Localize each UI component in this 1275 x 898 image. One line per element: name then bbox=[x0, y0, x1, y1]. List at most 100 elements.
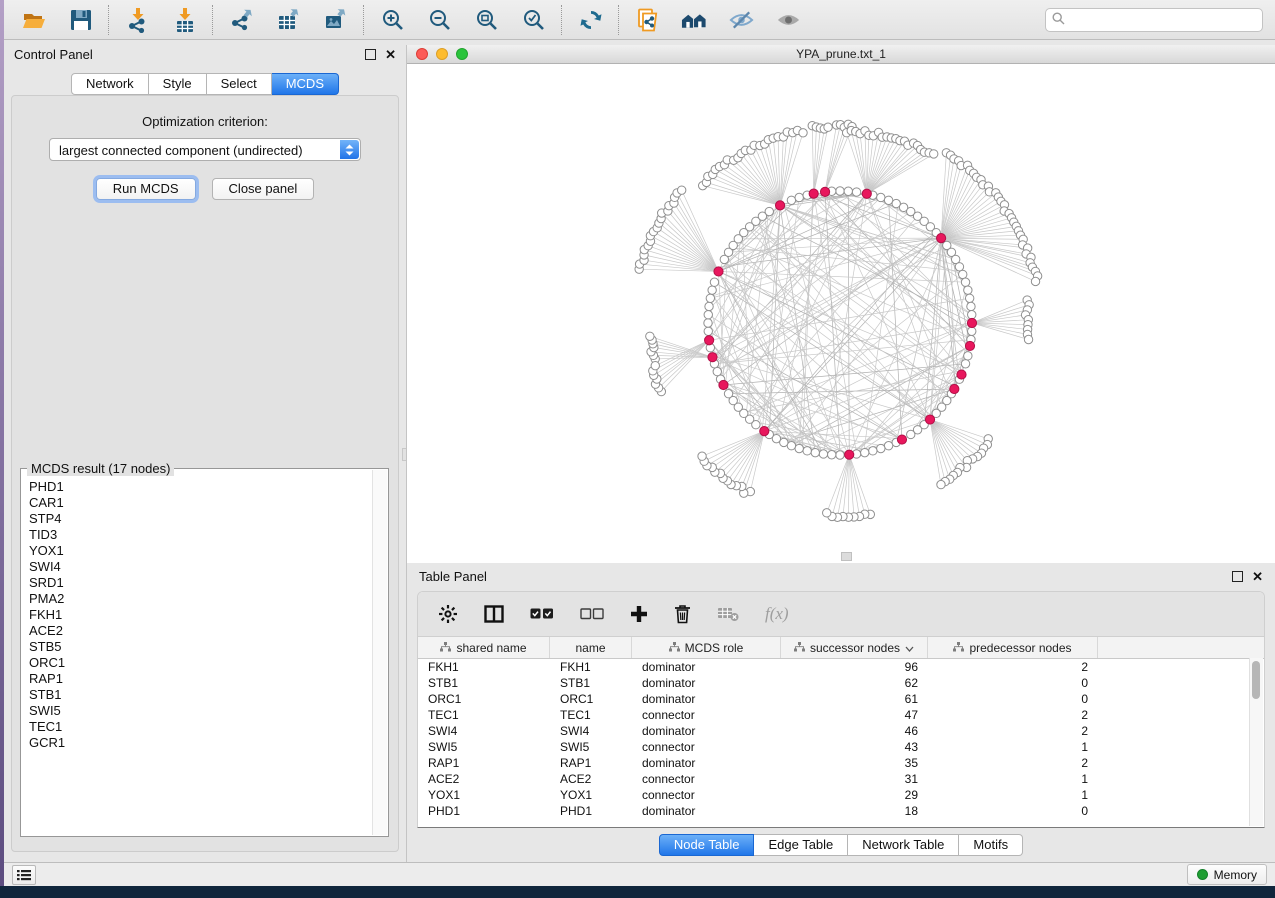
table-row[interactable]: SWI5SWI5connector431 bbox=[418, 739, 1264, 755]
add-column-icon[interactable] bbox=[630, 605, 648, 623]
hide-selected-icon[interactable] bbox=[728, 6, 755, 33]
mcds-result-item[interactable]: GCR1 bbox=[29, 735, 373, 751]
close-panel-button[interactable]: Close panel bbox=[212, 178, 315, 200]
mcds-tab-content: Optimization criterion: largest connecte… bbox=[11, 95, 399, 852]
network-graph[interactable] bbox=[407, 64, 1275, 563]
select-all-columns-icon[interactable] bbox=[530, 608, 554, 620]
cell-mcds-role: dominator bbox=[632, 675, 781, 691]
close-panel-icon[interactable]: ✕ bbox=[385, 50, 396, 59]
cell-name: TEC1 bbox=[550, 707, 632, 723]
cell-successor-nodes: 18 bbox=[781, 803, 928, 819]
zoom-fit-icon[interactable] bbox=[473, 6, 500, 33]
column-header-predecessor-nodes[interactable]: predecessor nodes bbox=[928, 637, 1098, 658]
mcds-result-item[interactable]: CAR1 bbox=[29, 495, 373, 511]
mcds-result-item[interactable]: ACE2 bbox=[29, 623, 373, 639]
node-table-container: f(x) shared namenameMCDS rolesuccessor n… bbox=[417, 591, 1265, 828]
duplicate-network-icon[interactable] bbox=[634, 6, 661, 33]
delete-column-icon[interactable] bbox=[674, 604, 691, 624]
cell-shared-name: SWI4 bbox=[418, 723, 550, 739]
mcds-result-item[interactable]: RAP1 bbox=[29, 671, 373, 687]
open-file-icon[interactable] bbox=[20, 6, 47, 33]
mcds-result-item[interactable]: YOX1 bbox=[29, 543, 373, 559]
tab-node-table[interactable]: Node Table bbox=[659, 834, 755, 856]
float-panel-icon[interactable] bbox=[365, 49, 376, 60]
table-row[interactable]: STB1STB1dominator620 bbox=[418, 675, 1264, 691]
mcds-result-item[interactable]: ORC1 bbox=[29, 655, 373, 671]
cell-predecessor-nodes: 2 bbox=[928, 723, 1098, 739]
column-header-name[interactable]: name bbox=[550, 637, 632, 658]
optimization-criterion-select[interactable]: largest connected component (undirected) bbox=[49, 138, 361, 161]
table-row[interactable]: TEC1TEC1connector472 bbox=[418, 707, 1264, 723]
table-row[interactable]: PHD1PHD1dominator180 bbox=[418, 803, 1264, 819]
cell-mcds-role: connector bbox=[632, 771, 781, 787]
table-row[interactable]: SWI4SWI4dominator462 bbox=[418, 723, 1264, 739]
mcds-result-item[interactable]: STB1 bbox=[29, 687, 373, 703]
column-layout-icon[interactable] bbox=[484, 605, 504, 623]
table-row[interactable]: ACE2ACE2connector311 bbox=[418, 771, 1264, 787]
cell-name: YOX1 bbox=[550, 787, 632, 803]
result-list-scrollbar[interactable] bbox=[372, 470, 387, 835]
table-row[interactable]: FKH1FKH1dominator962 bbox=[418, 659, 1264, 675]
mcds-result-item[interactable]: STP4 bbox=[29, 511, 373, 527]
cell-name: ORC1 bbox=[550, 691, 632, 707]
mcds-result-item[interactable]: PMA2 bbox=[29, 591, 373, 607]
close-table-panel-icon[interactable]: ✕ bbox=[1252, 572, 1263, 581]
cell-name: STB1 bbox=[550, 675, 632, 691]
table-scrollbar[interactable] bbox=[1249, 658, 1263, 826]
mcds-result-list[interactable]: PHD1CAR1STP4TID3YOX1SWI4SRD1PMA2FKH1ACE2… bbox=[22, 470, 373, 835]
mcds-result-item[interactable]: SWI4 bbox=[29, 559, 373, 575]
import-network-icon[interactable] bbox=[124, 6, 151, 33]
table-scrollbar-thumb[interactable] bbox=[1252, 661, 1260, 699]
export-table-icon[interactable] bbox=[275, 6, 302, 33]
mcds-result-item[interactable]: SRD1 bbox=[29, 575, 373, 591]
tab-edge-table[interactable]: Edge Table bbox=[754, 834, 848, 856]
task-history-button[interactable] bbox=[12, 865, 36, 885]
search-input[interactable] bbox=[1045, 8, 1263, 32]
save-session-icon[interactable] bbox=[67, 6, 94, 33]
zoom-selected-icon[interactable] bbox=[520, 6, 547, 33]
tab-mcds[interactable]: MCDS bbox=[272, 73, 339, 95]
zoom-out-icon[interactable] bbox=[426, 6, 453, 33]
cell-mcds-role: dominator bbox=[632, 659, 781, 675]
settings-gear-icon[interactable] bbox=[438, 604, 458, 624]
mcds-result-item[interactable]: STB5 bbox=[29, 639, 373, 655]
tab-select[interactable]: Select bbox=[207, 73, 272, 95]
zoom-in-icon[interactable] bbox=[379, 6, 406, 33]
first-neighbors-icon[interactable] bbox=[681, 6, 708, 33]
deselect-all-columns-icon[interactable] bbox=[580, 608, 604, 620]
column-header-successor-nodes[interactable]: successor nodes bbox=[781, 637, 928, 658]
network-window-titlebar[interactable]: YPA_prune.txt_1 bbox=[407, 45, 1275, 64]
export-image-icon[interactable] bbox=[322, 6, 349, 33]
tab-style[interactable]: Style bbox=[149, 73, 207, 95]
run-mcds-button[interactable]: Run MCDS bbox=[96, 178, 196, 200]
search-box bbox=[1045, 8, 1263, 32]
cell-name: SWI5 bbox=[550, 739, 632, 755]
tab-network[interactable]: Network bbox=[71, 73, 149, 95]
mcds-result-item[interactable]: SWI5 bbox=[29, 703, 373, 719]
memory-button[interactable]: Memory bbox=[1187, 864, 1267, 885]
split-pane-grip[interactable] bbox=[841, 552, 852, 561]
table-row[interactable]: YOX1YOX1connector291 bbox=[418, 787, 1264, 803]
refresh-layout-icon[interactable] bbox=[577, 6, 604, 33]
column-label: MCDS role bbox=[685, 641, 744, 655]
cell-successor-nodes: 35 bbox=[781, 755, 928, 771]
control-panel-title: Control Panel bbox=[14, 47, 93, 62]
import-table-icon[interactable] bbox=[171, 6, 198, 33]
mcds-result-item[interactable]: PHD1 bbox=[29, 479, 373, 495]
float-table-panel-icon[interactable] bbox=[1232, 571, 1243, 582]
tree-hierarchy-icon bbox=[440, 641, 451, 655]
export-network-icon[interactable] bbox=[228, 6, 255, 33]
table-row[interactable]: RAP1RAP1dominator352 bbox=[418, 755, 1264, 771]
column-header-MCDS-role[interactable]: MCDS role bbox=[632, 637, 781, 658]
table-row[interactable]: ORC1ORC1dominator610 bbox=[418, 691, 1264, 707]
show-hidden-icon[interactable] bbox=[775, 6, 802, 33]
mcds-result-item[interactable]: TID3 bbox=[29, 527, 373, 543]
mcds-result-item[interactable]: FKH1 bbox=[29, 607, 373, 623]
column-header-shared-name[interactable]: shared name bbox=[418, 637, 550, 658]
cell-shared-name: FKH1 bbox=[418, 659, 550, 675]
mcds-result-item[interactable]: TEC1 bbox=[29, 719, 373, 735]
tab-motifs[interactable]: Motifs bbox=[959, 834, 1023, 856]
cell-mcds-role: connector bbox=[632, 787, 781, 803]
cell-predecessor-nodes: 0 bbox=[928, 691, 1098, 707]
tab-network-table[interactable]: Network Table bbox=[848, 834, 959, 856]
